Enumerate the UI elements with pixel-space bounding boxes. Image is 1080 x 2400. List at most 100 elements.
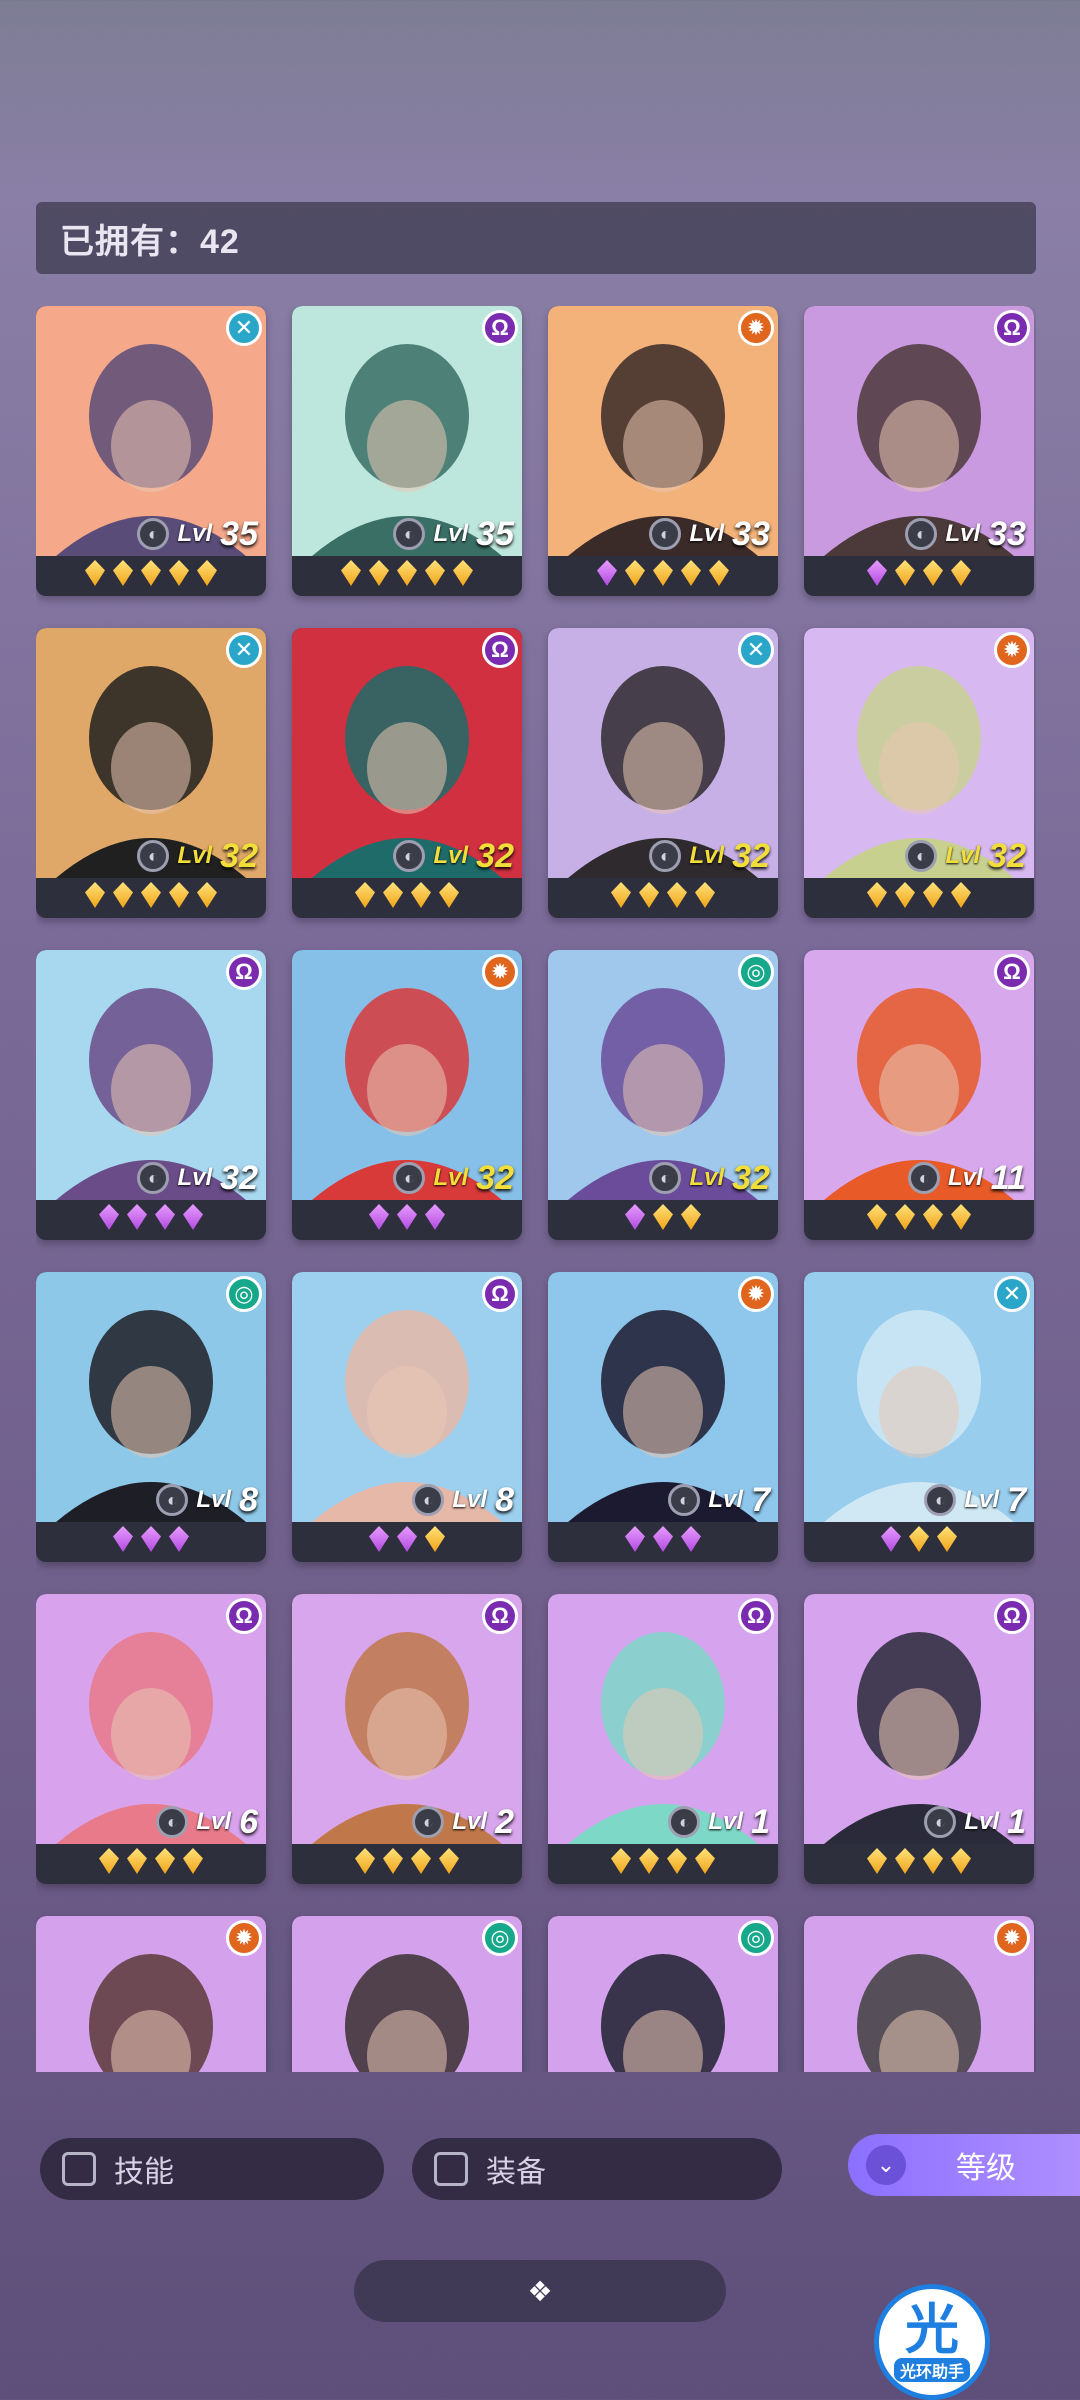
sun-icon: ✹ <box>226 1920 262 1956</box>
hero-rank-gems <box>548 1848 778 1878</box>
hero-card[interactable]: ✕ ◐ Lvl 32 <box>548 628 778 918</box>
gold-gem-icon <box>867 882 887 908</box>
hero-card[interactable]: ◎ ◐ Lvl 32 <box>548 950 778 1240</box>
omega-icon: Ω <box>482 310 518 346</box>
sun-icon: ✹ <box>482 954 518 990</box>
gold-gem-icon <box>355 882 375 908</box>
gold-gem-icon <box>439 1848 459 1874</box>
equipment-slot-icon: ◐ <box>393 1162 426 1194</box>
hero-rank-gems <box>292 1526 522 1556</box>
equipment-slot-icon: ◐ <box>137 840 170 872</box>
equipment-slot-icon: ◐ <box>649 1162 682 1194</box>
gold-gem-icon <box>937 1526 957 1552</box>
purple-gem-icon <box>113 1526 133 1552</box>
equipment-slot-icon: ◐ <box>905 518 938 550</box>
hero-card[interactable]: ✹ <box>804 1916 1034 2072</box>
gold-gem-icon <box>113 882 133 908</box>
hero-card[interactable]: Ω ◐ Lvl 32 <box>36 950 266 1240</box>
hero-level: 33 <box>988 514 1026 553</box>
hero-card[interactable]: ✹ ◐ Lvl 32 <box>292 950 522 1240</box>
omega-icon: Ω <box>994 954 1030 990</box>
level-prefix: Lvl <box>452 1486 488 1513</box>
omega-icon: Ω <box>226 954 262 990</box>
level-prefix: Lvl <box>945 842 981 869</box>
equipment-filter[interactable]: 装备 <box>412 2138 782 2200</box>
gold-gem-icon <box>439 882 459 908</box>
gold-gem-icon <box>397 560 417 586</box>
gold-gem-icon <box>99 1848 119 1874</box>
gold-gem-icon <box>923 882 943 908</box>
equipment-slot-icon: ◐ <box>649 518 682 550</box>
hero-level: 11 <box>990 1158 1026 1197</box>
hero-card[interactable]: ✕ ◐ Lvl 35 <box>36 306 266 596</box>
hero-card[interactable]: Ω ◐ Lvl 35 <box>292 306 522 596</box>
gold-gem-icon <box>411 1848 431 1874</box>
hero-rank-gems <box>548 882 778 912</box>
equipment-slot-icon: ◐ <box>137 518 170 550</box>
hero-card[interactable]: Ω ◐ Lvl 2 <box>292 1594 522 1884</box>
aura-assistant-button[interactable]: 光 光环助手 <box>874 2284 990 2400</box>
omega-icon: Ω <box>482 1276 518 1312</box>
gold-gem-icon <box>383 1848 403 1874</box>
level-prefix: Lvl <box>964 1808 1000 1835</box>
cross-icon: ✕ <box>226 310 262 346</box>
hero-card[interactable]: Ω ◐ Lvl 33 <box>804 306 1034 596</box>
hero-level: 7 <box>1007 1480 1026 1519</box>
hero-card[interactable]: Ω ◐ Lvl 1 <box>804 1594 1034 1884</box>
gold-gem-icon <box>695 1848 715 1874</box>
hero-card[interactable]: ✹ ◐ Lvl 32 <box>804 628 1034 918</box>
equipment-slot-icon: ◐ <box>393 518 426 550</box>
equipment-filter-label: 装备 <box>486 2156 546 2189</box>
skill-checkbox[interactable] <box>62 2152 96 2186</box>
hero-card[interactable]: ✹ ◐ Lvl 7 <box>548 1272 778 1562</box>
hero-level: 8 <box>239 1480 258 1519</box>
gold-gem-icon <box>113 560 133 586</box>
hero-level: 1 <box>751 1802 770 1841</box>
hero-rank-gems <box>548 1526 778 1556</box>
hero-level: 32 <box>732 1158 770 1197</box>
hero-card[interactable]: Ω ◐ Lvl 1 <box>548 1594 778 1884</box>
cross-icon: ✕ <box>994 1276 1030 1312</box>
hero-card[interactable]: Ω ◐ Lvl 8 <box>292 1272 522 1562</box>
hero-rank-gems <box>548 1204 778 1234</box>
hero-rank-gems <box>804 560 1034 590</box>
hero-card[interactable]: Ω ◐ Lvl 11 <box>804 950 1034 1240</box>
omega-icon: Ω <box>482 632 518 668</box>
hero-card[interactable]: ✹ ◐ Lvl 33 <box>548 306 778 596</box>
gold-gem-icon <box>169 882 189 908</box>
hero-card[interactable]: Ω ◐ Lvl 32 <box>292 628 522 918</box>
purple-gem-icon <box>169 1526 189 1552</box>
gold-gem-icon <box>425 560 445 586</box>
hero-card[interactable]: ✕ ◐ Lvl 32 <box>36 628 266 918</box>
skill-filter-label: 技能 <box>114 2156 174 2189</box>
sun-icon: ✹ <box>738 1276 774 1312</box>
hero-card[interactable]: ✹ <box>36 1916 266 2072</box>
gold-gem-icon <box>895 1848 915 1874</box>
gold-gem-icon <box>653 1204 673 1230</box>
hero-level: 32 <box>220 836 258 875</box>
skill-filter[interactable]: 技能 <box>40 2138 384 2200</box>
equipment-checkbox[interactable] <box>434 2152 468 2186</box>
gold-gem-icon <box>923 1204 943 1230</box>
hero-level: 35 <box>220 514 258 553</box>
sort-label: 等级 <box>956 2152 1016 2185</box>
hero-level: 32 <box>220 1158 258 1197</box>
level-prefix: Lvl <box>708 1808 744 1835</box>
swirl-icon: ◎ <box>482 1920 518 1956</box>
hero-card[interactable]: ◎ <box>292 1916 522 2072</box>
hero-card[interactable]: Ω ◐ Lvl 6 <box>36 1594 266 1884</box>
expand-button[interactable]: ❖ <box>354 2260 726 2322</box>
gold-gem-icon <box>695 882 715 908</box>
level-prefix: Lvl <box>433 1164 469 1191</box>
gold-gem-icon <box>355 1848 375 1874</box>
hero-rank-gems <box>804 1848 1034 1878</box>
hero-card[interactable]: ✕ ◐ Lvl 7 <box>804 1272 1034 1562</box>
hero-level: 7 <box>751 1480 770 1519</box>
level-prefix: Lvl <box>708 1486 744 1513</box>
swirl-icon: ◎ <box>738 954 774 990</box>
gold-gem-icon <box>923 560 943 586</box>
sort-level-button[interactable]: ⌄ 等级 <box>848 2134 1080 2196</box>
diamonds-icon: ❖ <box>527 2275 553 2307</box>
hero-card[interactable]: ◎ <box>548 1916 778 2072</box>
hero-card[interactable]: ◎ ◐ Lvl 8 <box>36 1272 266 1562</box>
